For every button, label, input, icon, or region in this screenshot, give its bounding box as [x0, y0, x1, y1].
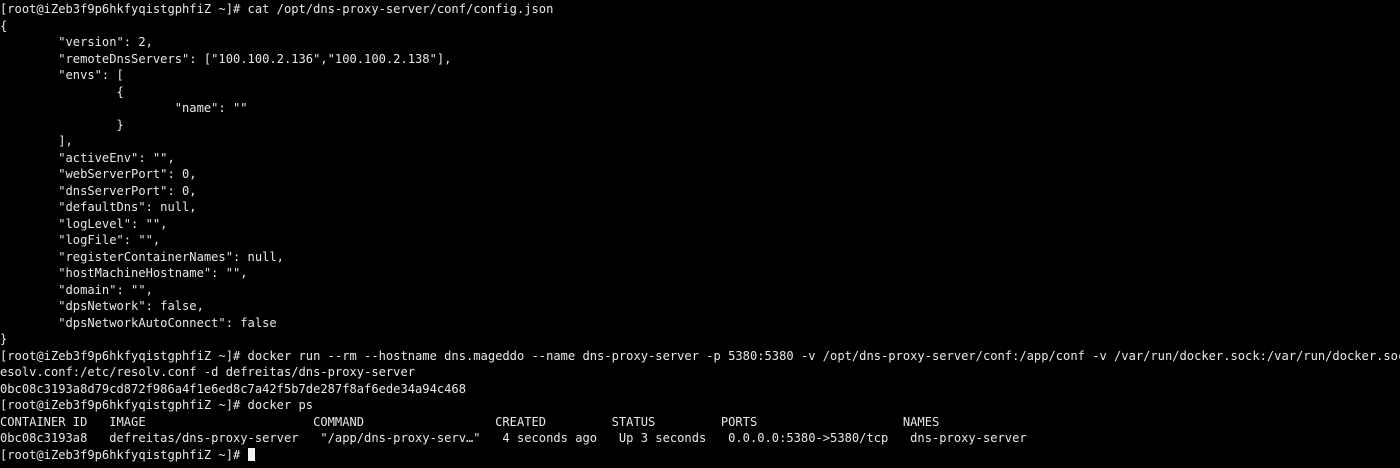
terminal-line: }	[0, 117, 124, 132]
terminal-line: "dnsServerPort": 0,	[0, 183, 197, 198]
terminal-line: "envs": [	[0, 68, 124, 82]
terminal-line: "dpsNetworkAutoConnect": false	[0, 315, 277, 330]
terminal-line: {	[0, 84, 124, 99]
terminal-line: "hostMachineHostname": "",	[0, 266, 248, 280]
terminal-line: "registerContainerNames": null,	[0, 249, 284, 264]
terminal-line: {	[0, 18, 8, 33]
terminal-line: "activeEnv": "",	[0, 150, 175, 165]
text-cursor	[247, 447, 255, 461]
terminal-line: "name": ""	[0, 101, 248, 115]
terminal-line-container-hash: 0bc08c3193a8d79cd872f986a4f1e6ed8c7a42f5…	[0, 381, 466, 396]
terminal-line-docker-ps-command: [root@iZeb3f9p6hkfyqistgphfiZ ~]# docker…	[0, 398, 314, 412]
docker-ps-row: 0bc08c3193a8 defreitas/dns-proxy-server …	[0, 431, 1027, 445]
terminal-line: "remoteDnsServers": ["100.100.2.136","10…	[0, 51, 452, 66]
docker-ps-header: CONTAINER ID IMAGE COMMAND CREATED STATU…	[0, 414, 940, 429]
terminal-line-docker-run-wrap: esolv.conf:/etc/resolv.conf -d defreitas…	[0, 365, 416, 379]
terminal-line: "version": 2,	[0, 35, 153, 49]
shell-prompt: [root@iZeb3f9p6hkfyqistgphfiZ ~]#	[0, 447, 248, 462]
terminal-line: "logFile": "",	[0, 233, 161, 247]
terminal-line-docker-run-command: [root@iZeb3f9p6hkfyqistgphfiZ ~]# docker…	[0, 348, 1400, 363]
terminal-line: "dpsNetwork": false,	[0, 299, 204, 313]
terminal-input-line[interactable]: [root@iZeb3f9p6hkfyqistgphfiZ ~]#	[0, 447, 1400, 464]
terminal-line: "defaultDns": null,	[0, 200, 197, 214]
terminal-window[interactable]: [root@iZeb3f9p6hkfyqistgphfiZ ~]# cat /o…	[0, 0, 1400, 468]
terminal-line: "logLevel": "",	[0, 216, 168, 231]
terminal-line: "domain": "",	[0, 282, 153, 297]
terminal-line: ],	[0, 134, 73, 148]
terminal-line-cat-command: [root@iZeb3f9p6hkfyqistgphfiZ ~]# cat /o…	[0, 2, 554, 16]
terminal-line: }	[0, 332, 8, 346]
terminal-line: "webServerPort": 0,	[0, 167, 197, 181]
